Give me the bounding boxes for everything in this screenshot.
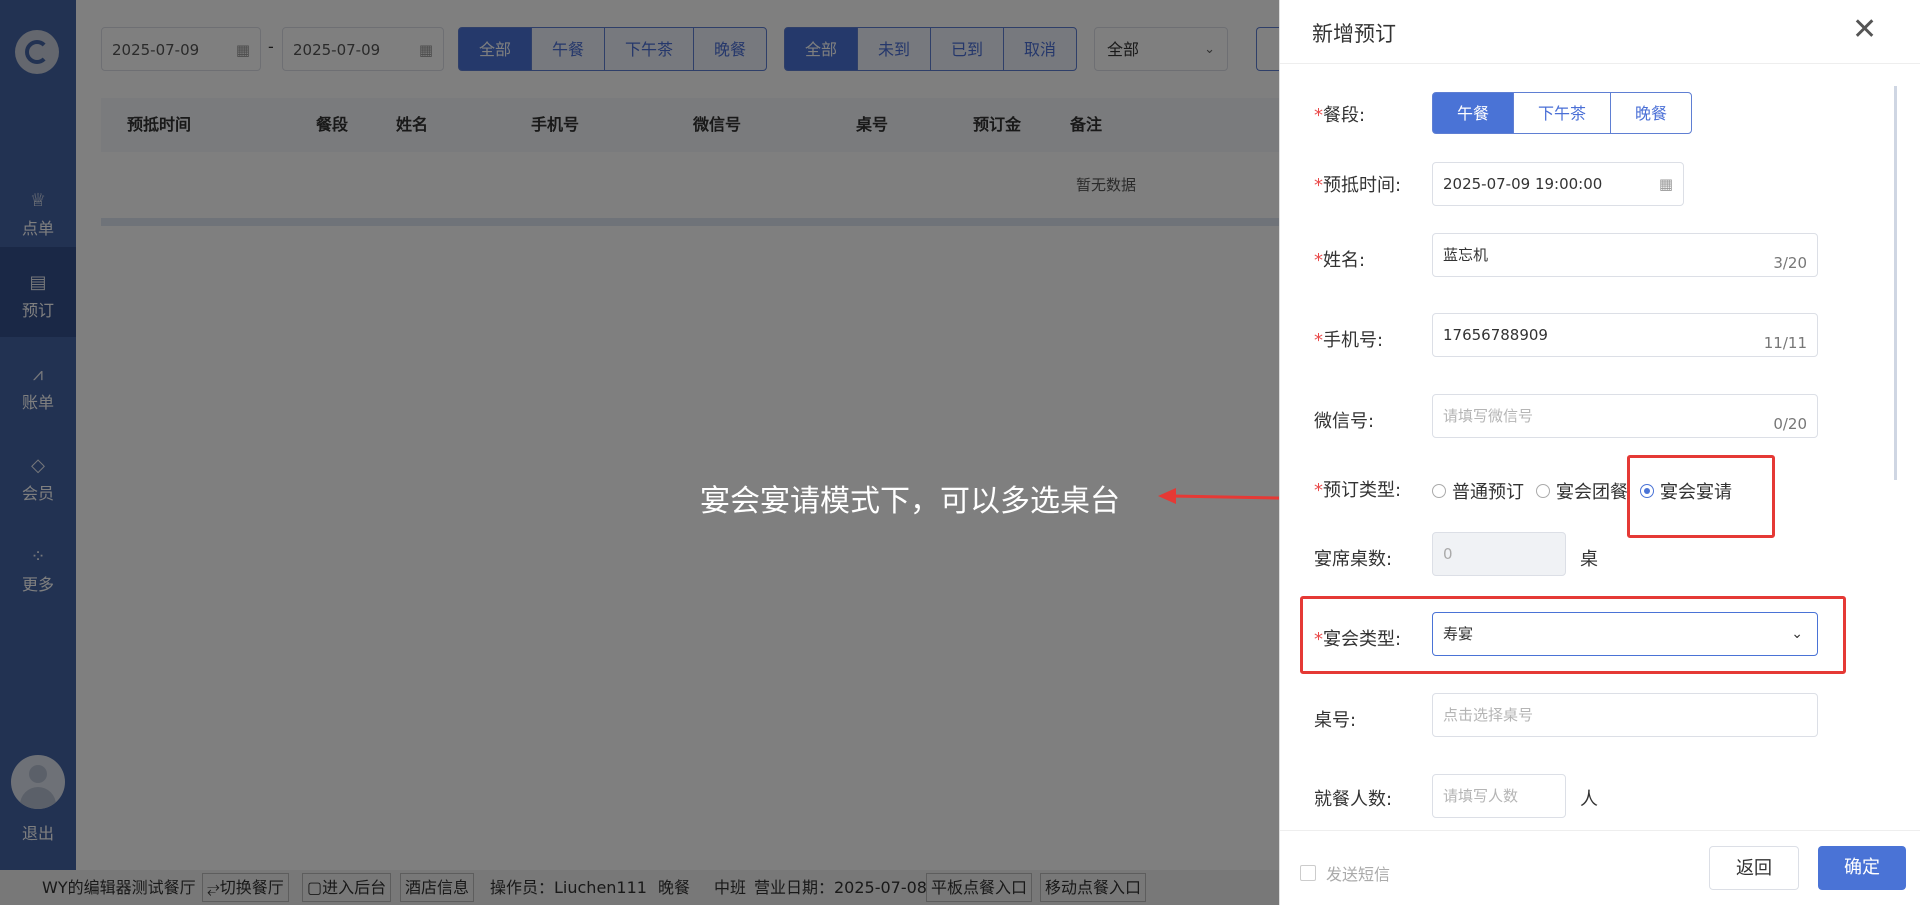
drawer-title: 新增预订 bbox=[1312, 22, 1396, 46]
arrival-time-value: 2025-07-09 19:00:00 bbox=[1443, 175, 1603, 193]
banquet-type-select[interactable]: 寿宴 ⌄ bbox=[1432, 612, 1818, 656]
checkbox-box bbox=[1300, 865, 1316, 881]
send-sms-label: 发送短信 bbox=[1326, 865, 1391, 884]
wechat-placeholder: 请填写微信号 bbox=[1443, 407, 1534, 425]
wechat-input[interactable]: 请填写微信号 0/20 bbox=[1432, 394, 1818, 438]
drawer-footer: 发送短信 返回 确定 bbox=[1280, 830, 1920, 906]
guests-unit: 人 bbox=[1580, 789, 1598, 810]
name-char-count: 3/20 bbox=[1773, 254, 1807, 272]
back-button[interactable]: 返回 bbox=[1709, 846, 1799, 890]
banquet-type-value: 寿宴 bbox=[1443, 625, 1474, 643]
radio-circle bbox=[1536, 484, 1550, 498]
name-value: 蓝忘机 bbox=[1443, 246, 1489, 264]
calendar-icon: ▦ bbox=[1658, 175, 1673, 193]
confirm-button[interactable]: 确定 bbox=[1818, 846, 1906, 890]
name-field-label: *姓名: bbox=[1314, 250, 1366, 271]
phone-value: 17656788909 bbox=[1443, 326, 1548, 344]
table-count-value: 0 bbox=[1443, 545, 1453, 563]
meal-segment: 午餐 下午茶 晚餐 bbox=[1432, 92, 1693, 134]
meal-option-lunch[interactable]: 午餐 bbox=[1432, 92, 1515, 134]
radio-circle bbox=[1432, 484, 1446, 498]
new-reservation-drawer: 新增预订 ✕ *餐段: 午餐 下午茶 晚餐 *预抵时间: 2025-07-09 … bbox=[1279, 0, 1920, 906]
guests-input[interactable]: 请填写人数 bbox=[1432, 774, 1566, 818]
wechat-char-count: 0/20 bbox=[1773, 415, 1807, 433]
phone-field-label: *手机号: bbox=[1314, 330, 1384, 351]
radio-label: 普通预订 bbox=[1452, 482, 1524, 503]
arrival-time-input[interactable]: 2025-07-09 19:00:00 ▦ bbox=[1432, 162, 1684, 206]
time-field-label: *预抵时间: bbox=[1314, 175, 1402, 196]
guests-placeholder: 请填写人数 bbox=[1443, 787, 1519, 805]
guests-field-label: 就餐人数: bbox=[1314, 789, 1393, 810]
chevron-down-icon: ⌄ bbox=[1791, 626, 1803, 642]
table-number-placeholder: 点击选择桌号 bbox=[1443, 706, 1534, 724]
close-icon[interactable]: ✕ bbox=[1852, 12, 1877, 47]
meal-field-label: *餐段: bbox=[1314, 105, 1366, 126]
radio-normal[interactable]: 普通预订 bbox=[1432, 478, 1524, 504]
wechat-field-label: 微信号: bbox=[1314, 411, 1375, 432]
tableno-field-label: 桌号: bbox=[1314, 710, 1357, 731]
table-count-input: 0 bbox=[1432, 532, 1566, 576]
banquet-field-label: *宴会类型: bbox=[1314, 629, 1402, 650]
type-field-label: *预订类型: bbox=[1314, 480, 1402, 501]
annotation-highlight-box bbox=[1627, 455, 1775, 538]
radio-group-meal[interactable]: 宴会团餐 bbox=[1536, 478, 1628, 504]
drawer-divider bbox=[1280, 63, 1920, 64]
send-sms-checkbox[interactable]: 发送短信 bbox=[1300, 861, 1390, 885]
radio-label: 宴会团餐 bbox=[1556, 482, 1628, 503]
drawer-scrollbar[interactable] bbox=[1894, 86, 1897, 480]
tables-field-label: 宴席桌数: bbox=[1314, 549, 1393, 570]
phone-input[interactable]: 17656788909 11/11 bbox=[1432, 313, 1818, 357]
meal-option-tea[interactable]: 下午茶 bbox=[1513, 92, 1612, 134]
table-number-input[interactable]: 点击选择桌号 bbox=[1432, 693, 1818, 737]
name-input[interactable]: 蓝忘机 3/20 bbox=[1432, 233, 1818, 277]
table-unit: 桌 bbox=[1580, 549, 1598, 570]
meal-option-dinner[interactable]: 晚餐 bbox=[1610, 92, 1693, 134]
phone-char-count: 11/11 bbox=[1763, 334, 1807, 352]
